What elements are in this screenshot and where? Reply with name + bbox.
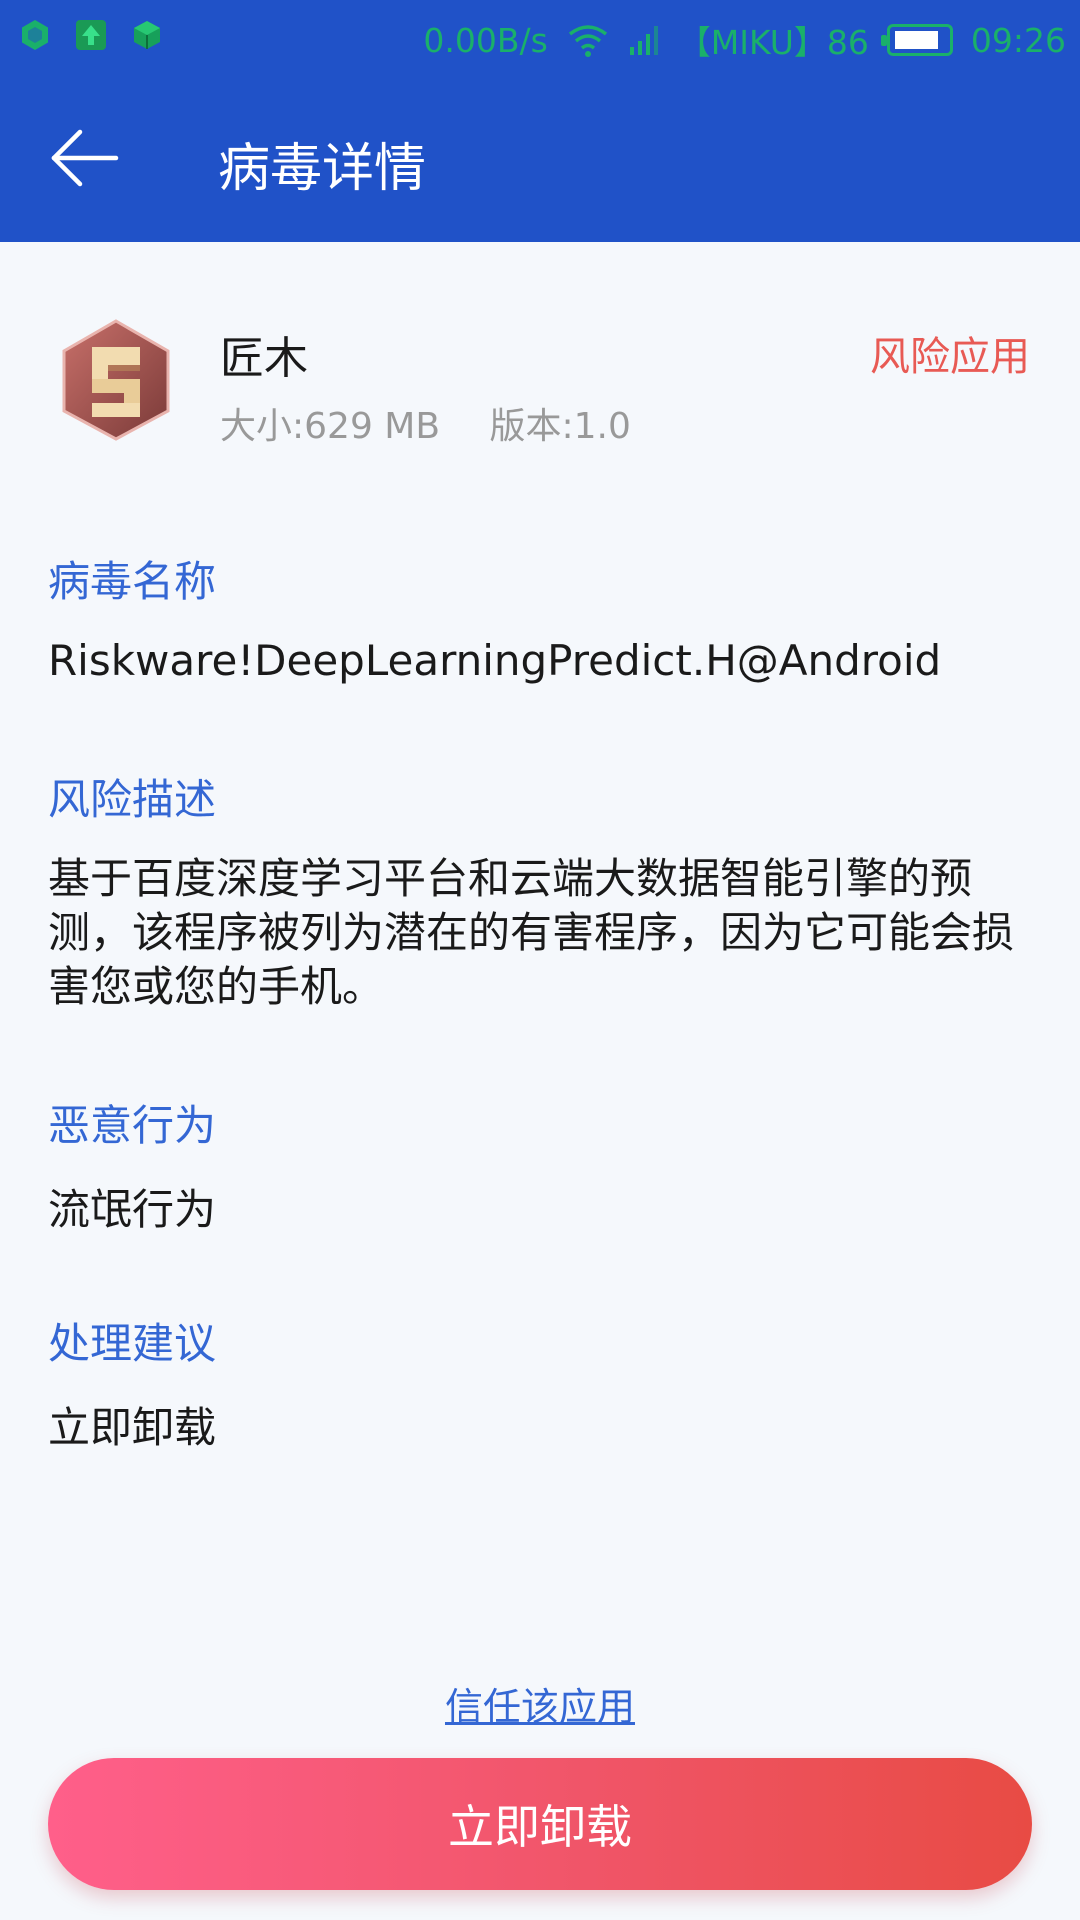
trust-app-link-label[interactable]: 信任该应用: [445, 1685, 635, 1729]
carrier-label: 【MIKU】86: [677, 23, 869, 62]
risk-desc-value: 基于百度深度学习平台和云端大数据智能引擎的预测，该程序被列为潜在的有害程序，因为…: [48, 854, 1015, 1011]
malicious-behavior-heading: 恶意行为: [48, 1101, 217, 1150]
battery-icon: [880, 24, 953, 56]
app-bar: 病毒详情: [0, 78, 1080, 242]
app-size: 大小:629 MB: [220, 406, 441, 447]
status-right: 0.00B/s 【MIKU】86 09:26: [423, 16, 1066, 64]
status-bar: 0.00B/s 【MIKU】86 09:26: [0, 0, 1080, 78]
app-info: 匠木 大小:629 MB 版本:1.0 风险应用: [0, 242, 1080, 462]
app-version: 版本:1.0: [489, 406, 631, 447]
net-speed: 0.00B/s: [423, 20, 548, 60]
signal-icon: [629, 26, 658, 55]
app-meta: 大小:629 MB 版本:1.0: [220, 397, 669, 449]
cube-notification-icon: [134, 21, 160, 49]
risk-badge: 风险应用: [870, 334, 1030, 380]
app-icon: [62, 319, 170, 441]
hexagon-notification-icon: [22, 20, 48, 50]
app-name: 匠木: [220, 333, 308, 384]
risk-desc-heading: 风险描述: [48, 775, 217, 824]
trust-app-link[interactable]: 信任该应用: [0, 1676, 1080, 1731]
wifi-icon: [568, 25, 607, 57]
upload-notification-icon: [76, 20, 106, 50]
back-arrow-icon[interactable]: [50, 128, 120, 188]
virus-name-value: Riskware!DeepLearningPredict.H@Android: [48, 636, 942, 685]
virus-name-heading: 病毒名称: [48, 557, 217, 606]
page-title: 病毒详情: [218, 139, 427, 199]
notification-icons: [18, 18, 164, 52]
uninstall-button[interactable]: 立即卸载: [48, 1758, 1032, 1890]
suggestion-heading: 处理建议: [48, 1319, 217, 1368]
battery-fill: [894, 31, 938, 49]
suggestion-value: 立即卸载: [48, 1403, 217, 1452]
malicious-behavior-value: 流氓行为: [48, 1185, 217, 1234]
clock: 09:26: [970, 20, 1066, 60]
